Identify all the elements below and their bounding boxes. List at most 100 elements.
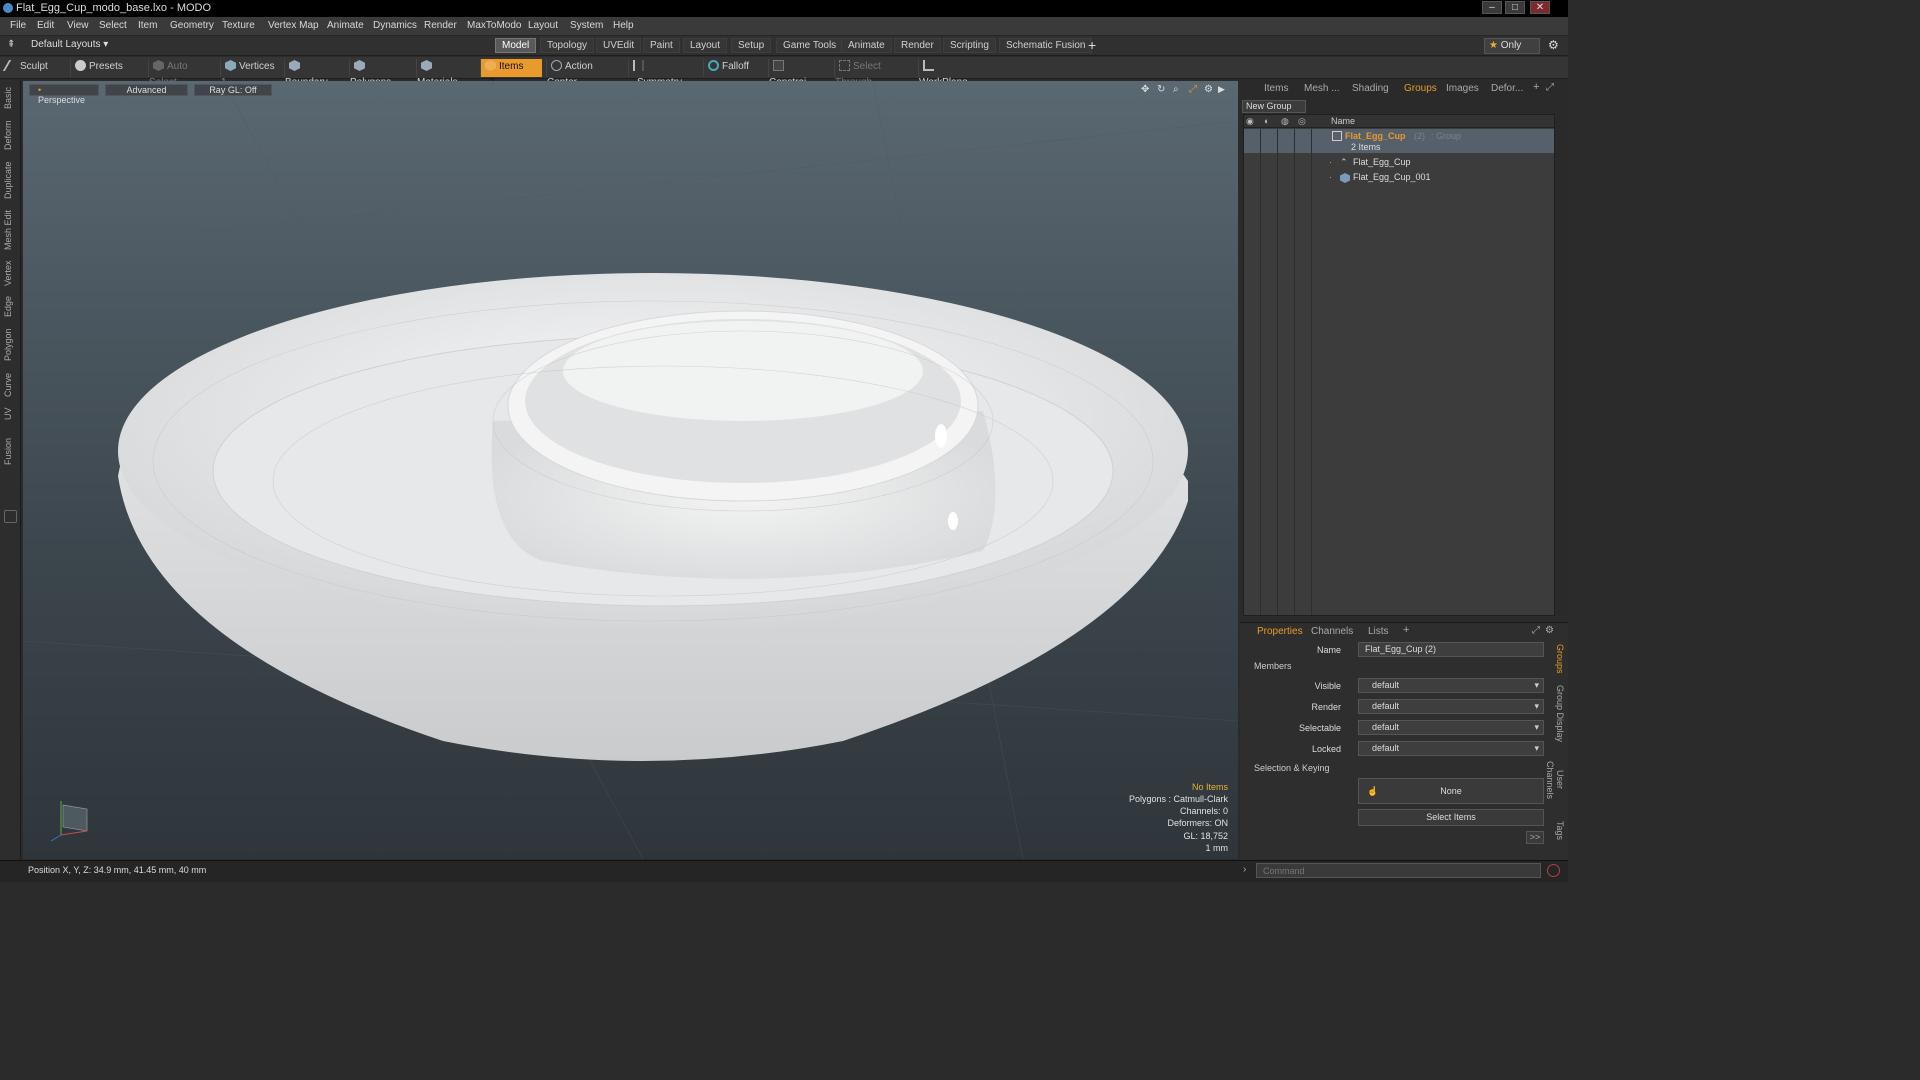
menu-system[interactable]: System	[570, 20, 603, 31]
menu-select[interactable]: Select	[99, 20, 127, 31]
polygons-button[interactable]: Polygons	[349, 59, 409, 88]
menu-render[interactable]: Render	[424, 20, 457, 31]
side-tab-user-channels[interactable]: User Channels	[1545, 751, 1565, 809]
view-type-dropdown[interactable]: • Perspective	[29, 84, 99, 105]
properties-expand-icon[interactable]: ⤢	[1532, 625, 1540, 636]
close-button[interactable]: ✕	[1530, 1, 1550, 14]
left-tab-fusion[interactable]: Fusion	[3, 436, 17, 466]
tab-scripting[interactable]: Scripting	[943, 38, 996, 53]
none-button[interactable]: ☝ None	[1358, 778, 1544, 804]
maximize-view-icon[interactable]: ⤢	[1189, 84, 1197, 95]
tab-layout[interactable]: Layout	[683, 38, 728, 53]
left-tab-mesh-edit[interactable]: Mesh Edit	[3, 207, 17, 253]
selection-keying-section[interactable]: Selection & Keying	[1254, 763, 1330, 773]
members-section[interactable]: Members	[1254, 661, 1292, 671]
tab-groups[interactable]: Groups	[1404, 83, 1437, 94]
tab-setup[interactable]: Setup	[731, 38, 772, 53]
left-tab-basic[interactable]: Basic	[3, 86, 17, 110]
side-tab-tags[interactable]: Tags	[1551, 819, 1565, 843]
left-tab-edge[interactable]: Edge	[3, 294, 17, 318]
move-view-icon[interactable]: ✥	[1141, 84, 1149, 95]
add-tab-icon[interactable]: +	[1088, 37, 1096, 53]
visible-dropdown[interactable]: default ▾	[1358, 678, 1544, 693]
tab-paint[interactable]: Paint	[643, 38, 680, 53]
menu-layout[interactable]: Layout	[528, 20, 558, 31]
tab-lists[interactable]: Lists	[1368, 626, 1389, 637]
left-tab-uv[interactable]: UV	[3, 406, 17, 422]
3d-viewport[interactable]: • Perspective Advanced Ray GL: Off ✥ ↻ ⌕…	[23, 81, 1238, 859]
list-item[interactable]: · Flat_Egg_Cup_001	[1244, 171, 1554, 186]
add-properties-tab-icon[interactable]: +	[1403, 624, 1409, 636]
raygl-toggle[interactable]: Ray GL: Off	[194, 84, 272, 96]
tab-schematic-fusion[interactable]: Schematic Fusion	[999, 38, 1093, 53]
group-name-field[interactable]: Flat_Egg_Cup (2)	[1358, 642, 1544, 657]
layout-collapse-icon[interactable]: ⇞	[7, 39, 15, 50]
record-icon[interactable]	[1547, 864, 1560, 877]
menu-texture[interactable]: Texture	[222, 20, 255, 31]
only-toggle[interactable]: ★ Only	[1484, 38, 1540, 54]
shading-mode-dropdown[interactable]: Advanced	[105, 84, 188, 96]
boundary-button[interactable]: Boundary	[284, 59, 344, 88]
command-input[interactable]	[1256, 863, 1541, 878]
side-tab-group-display[interactable]: Group Display	[1551, 685, 1565, 743]
symmetry-button[interactable]: Symmetry	[628, 59, 698, 88]
tab-shading[interactable]: Shading	[1352, 83, 1389, 94]
panel-expand-icon[interactable]: ⤢	[1546, 82, 1554, 93]
menu-animate[interactable]: Animate	[327, 20, 364, 31]
locked-dropdown[interactable]: default ▾	[1358, 741, 1544, 756]
properties-gear-icon[interactable]: ⚙	[1545, 625, 1554, 636]
falloff-button[interactable]: Falloff	[703, 59, 768, 77]
left-tab-duplicate[interactable]: Duplicate	[3, 158, 17, 202]
tab-uvedit[interactable]: UVEdit	[596, 38, 642, 53]
panel-toggle-icon[interactable]	[4, 510, 17, 523]
tab-items[interactable]: Items	[1264, 83, 1288, 94]
left-tab-deform[interactable]: Deform	[3, 118, 17, 152]
menu-item[interactable]: Item	[138, 20, 157, 31]
tab-animate[interactable]: Animate	[841, 38, 892, 53]
menu-geometry[interactable]: Geometry	[170, 20, 214, 31]
view-settings-icon[interactable]: ⚙	[1204, 84, 1213, 95]
left-tab-curve[interactable]: Curve	[3, 371, 17, 399]
vertices-button[interactable]: Vertices 1	[220, 59, 282, 88]
tab-game-tools[interactable]: Game Tools	[776, 38, 844, 53]
left-tab-vertex[interactable]: Vertex	[3, 258, 17, 288]
items-button[interactable]: Items 3	[480, 59, 542, 88]
tab-deformers[interactable]: Defor...	[1491, 83, 1523, 94]
render-dropdown[interactable]: default ▾	[1358, 699, 1544, 714]
more-button[interactable]: >>	[1526, 831, 1544, 844]
menu-view[interactable]: View	[67, 20, 89, 31]
maximize-button[interactable]: □	[1505, 1, 1525, 14]
constraints-button[interactable]: Constrai...	[768, 59, 834, 88]
new-group-button[interactable]: New Group	[1242, 100, 1306, 113]
materials-button[interactable]: Materials	[416, 59, 476, 88]
presets-button[interactable]: Presets	[70, 59, 140, 77]
select-items-button[interactable]: Select Items	[1358, 809, 1544, 826]
action-center-button[interactable]: Action Center	[546, 59, 626, 88]
menu-edit[interactable]: Edit	[37, 20, 54, 31]
add-panel-tab-icon[interactable]: +	[1533, 81, 1539, 93]
tab-properties[interactable]: Properties	[1257, 626, 1303, 637]
rotate-view-icon[interactable]: ↻	[1157, 84, 1165, 95]
minimize-button[interactable]: –	[1482, 1, 1502, 14]
selectable-dropdown[interactable]: default ▾	[1358, 720, 1544, 735]
auto-select-button[interactable]: Auto Select	[148, 59, 218, 88]
tab-channels[interactable]: Channels	[1311, 626, 1353, 637]
left-tab-polygon[interactable]: Polygon	[3, 326, 17, 364]
gear-icon[interactable]: ⚙	[1548, 38, 1559, 52]
group-row[interactable]: Flat_Egg_Cup (2) : Group 2 Items	[1244, 129, 1554, 153]
tab-topology[interactable]: Topology	[540, 38, 595, 53]
tab-render[interactable]: Render	[894, 38, 941, 53]
menu-vertex-map[interactable]: Vertex Map	[268, 20, 319, 31]
select-through-button[interactable]: Select Through	[834, 59, 918, 88]
sculpt-button[interactable]: Sculpt	[2, 59, 67, 77]
list-item[interactable]: · ⌃ Flat_Egg_Cup	[1244, 156, 1554, 171]
menu-maxtomodo[interactable]: MaxToModo	[467, 20, 521, 31]
workplane-button[interactable]: WorkPlane	[918, 59, 988, 88]
menu-dynamics[interactable]: Dynamics	[373, 20, 417, 31]
side-tab-groups[interactable]: Groups	[1551, 643, 1565, 675]
menu-file[interactable]: File	[10, 20, 26, 31]
zoom-view-icon[interactable]: ⌕	[1173, 84, 1179, 95]
tab-model[interactable]: Model	[495, 38, 537, 53]
tab-mesh[interactable]: Mesh ...	[1304, 83, 1340, 94]
menu-help[interactable]: Help	[613, 20, 634, 31]
